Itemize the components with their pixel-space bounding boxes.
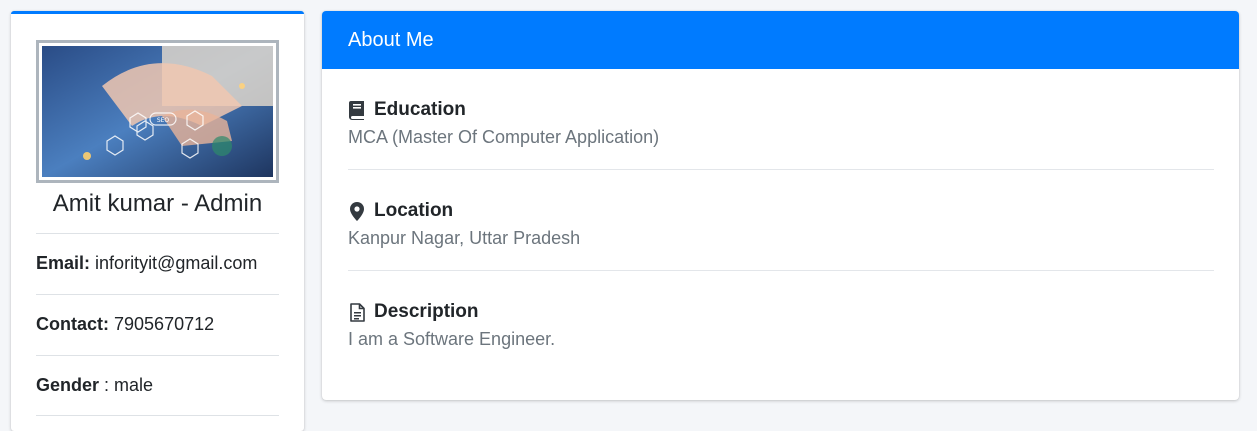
profile-image: SEO xyxy=(42,46,273,177)
gender-item: Gender : male xyxy=(36,355,279,416)
seo-badge-text: SEO xyxy=(157,117,170,124)
book-icon xyxy=(348,100,366,120)
description-title: Description xyxy=(374,301,479,322)
education-text: MCA (Master Of Computer Application) xyxy=(348,127,660,147)
profile-name: Amit kumar - Admin xyxy=(52,190,263,217)
education-title: Education xyxy=(374,99,466,120)
email-value: inforityit@gmail.com xyxy=(95,253,258,273)
description-title-row: Description xyxy=(348,298,1214,326)
gender-label: Gender xyxy=(36,375,100,395)
education-title-row: Education xyxy=(348,96,1214,124)
profile-card: SEO Amit kumar - Admin Email: inforityit… xyxy=(11,11,304,431)
profile-image-illustration: SEO xyxy=(42,46,273,177)
gender-value: : male xyxy=(104,375,154,395)
location-title: Location xyxy=(374,200,454,221)
description-section: Description I am a Software Engineer. xyxy=(348,271,1214,372)
contact-item: Contact: 7905670712 xyxy=(36,294,279,355)
about-body: Education MCA (Master Of Computer Applic… xyxy=(322,69,1239,372)
contact-value: 7905670712 xyxy=(114,314,215,334)
profile-info-list: Email: inforityit@gmail.com Contact: 790… xyxy=(36,233,279,416)
about-header: About Me xyxy=(322,11,1239,69)
location-text: Kanpur Nagar, Uttar Pradesh xyxy=(348,228,581,248)
email-item: Email: inforityit@gmail.com xyxy=(36,233,279,294)
education-section: Education MCA (Master Of Computer Applic… xyxy=(348,69,1214,170)
location-section: Location Kanpur Nagar, Uttar Pradesh xyxy=(348,170,1214,271)
file-text-icon xyxy=(348,302,366,322)
description-text: I am a Software Engineer. xyxy=(348,329,556,349)
contact-label: Contact: xyxy=(36,314,109,334)
email-label: Email: xyxy=(36,253,91,273)
location-title-row: Location xyxy=(348,197,1214,225)
map-marker-icon xyxy=(348,201,366,221)
about-card: About Me Education MCA (Master Of Comput… xyxy=(322,11,1239,400)
avatar: SEO xyxy=(36,40,279,183)
